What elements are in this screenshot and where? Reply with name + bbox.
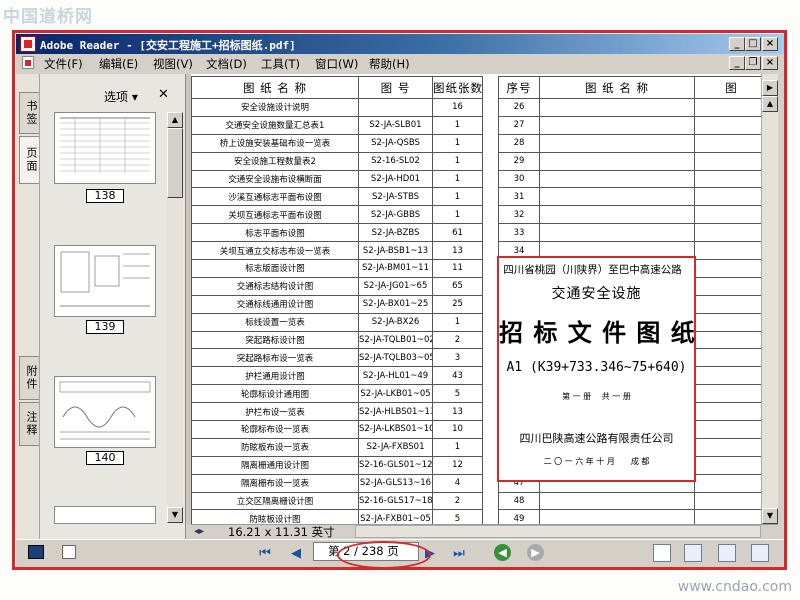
watermark-site-name: 中国道桥网 [3,7,93,27]
watermark-url: www.cndao.com [677,579,792,595]
window-highlight-frame [12,30,787,570]
